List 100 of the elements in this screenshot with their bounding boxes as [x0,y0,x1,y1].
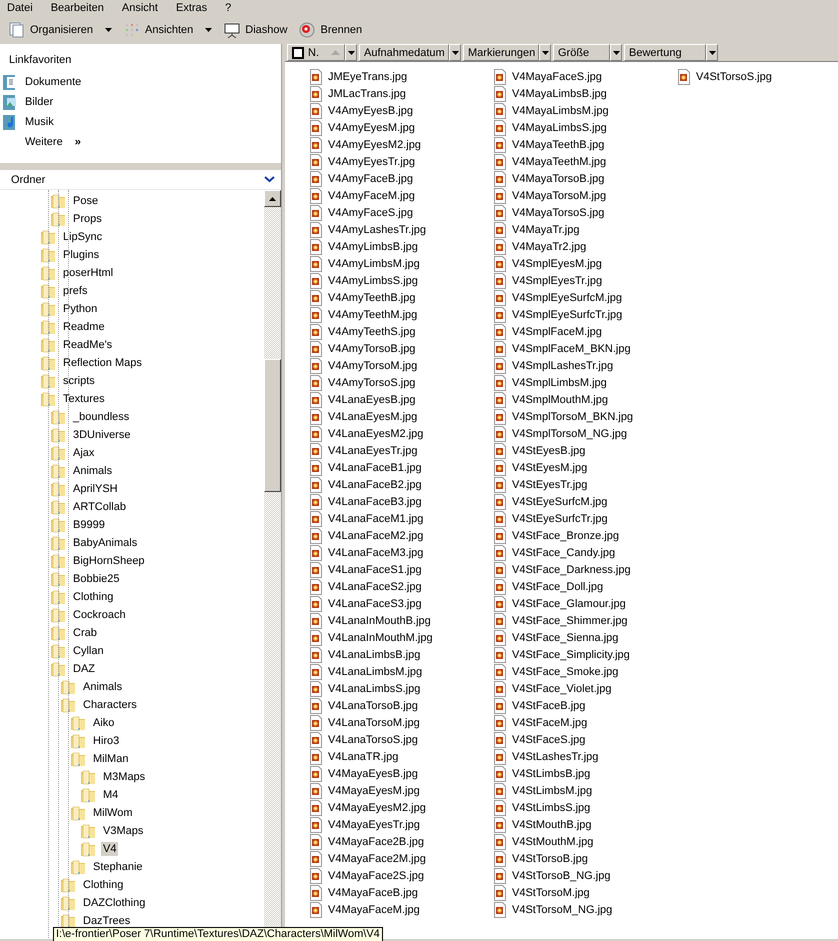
dropdown-button[interactable] [449,44,461,61]
dropdown-button[interactable] [345,44,357,61]
folder-item[interactable]: MilWom [91,806,135,820]
file-item[interactable]: V4SmplLashesTr.jpg [511,360,614,372]
file-item[interactable]: V4LanaInMouthM.jpg [327,632,434,644]
folder-item[interactable]: Cyllan [71,644,106,658]
file-item[interactable]: V4AmyFaceB.jpg [327,172,414,184]
file-item[interactable]: V4LanaTorsoB.jpg [327,700,419,712]
file-item[interactable]: V4AmyTeethB.jpg [327,292,416,304]
folder-item[interactable]: ReadMe's [61,338,114,352]
file-item[interactable]: V4MayaTorsoS.jpg [511,206,606,218]
file-item[interactable]: V4AmyTeethS.jpg [327,326,416,338]
file-item[interactable]: V4MayaFaceM.jpg [327,904,421,916]
folder-item[interactable]: M4 [101,788,120,802]
folder-item[interactable]: Bobbie25 [71,572,122,586]
file-item[interactable]: V4SmplFaceM.jpg [511,326,603,338]
file-item[interactable]: V4StFaceM.jpg [511,716,588,728]
file-item[interactable]: V4StFace_Darkness.jpg [511,564,632,576]
file-item[interactable]: V4StLimbsS.jpg [511,802,592,814]
file-item[interactable]: V4AmyTorsoM.jpg [327,360,418,372]
menu-item[interactable]: ? [220,2,236,14]
file-item[interactable]: V4LanaEyesTr.jpg [327,444,418,456]
file-item[interactable]: V4AmyEyesTr.jpg [327,156,416,168]
file-item[interactable]: V4LanaLimbsS.jpg [327,682,422,694]
file-item[interactable]: V4SmplMouthM.jpg [511,394,609,406]
folder-item[interactable]: Stephanie [91,860,145,874]
file-item[interactable]: V4StFaceB.jpg [511,700,586,712]
folder-item[interactable]: DAZ [71,662,97,676]
folder-item[interactable]: ARTCollab [71,500,128,514]
file-item[interactable]: V4MayaFace2S.jpg [327,870,425,882]
file-item[interactable]: V4SmplTorsoM_NG.jpg [511,428,628,440]
file-item[interactable]: V4MayaFaceB.jpg [327,886,419,898]
file-item[interactable]: V4MayaTr.jpg [511,224,580,236]
file-item[interactable]: V4LanaTR.jpg [327,750,400,762]
toolbar-button[interactable]: Organisieren [6,20,96,40]
folder-item[interactable]: Animals [71,464,114,478]
file-item[interactable]: V4MayaLimbsS.jpg [511,122,608,134]
file-item[interactable]: V4AmyTorsoB.jpg [327,342,416,354]
file-item[interactable]: V4AmyFaceM.jpg [327,190,416,202]
file-item[interactable]: V4StFace_Candy.jpg [511,546,616,558]
file-item[interactable]: V4SmplTorsoM_BKN.jpg [511,410,634,422]
column-header[interactable]: Aufnahmedatum [359,44,449,61]
folder-item[interactable]: Cockroach [71,608,128,622]
file-item[interactable]: V4LanaFaceS2.jpg [327,580,423,592]
file-item[interactable]: V4StLimbsB.jpg [511,768,592,780]
folder-item[interactable]: Reflection Maps [61,356,144,370]
toolbar-button[interactable]: Ansichten [120,20,196,40]
file-item[interactable]: V4StEyeSurfcTr.jpg [511,512,609,524]
file-item[interactable]: V4LanaFaceS3.jpg [327,598,423,610]
folder-item[interactable]: AprilYSH [71,482,120,496]
dropdown-button[interactable] [610,44,622,61]
more-link[interactable]: Weitere [0,132,63,152]
folder-item[interactable]: LipSync [61,230,104,244]
folder-item[interactable]: DAZClothing [81,896,148,910]
file-item[interactable]: V4StEyesTr.jpg [511,478,588,490]
file-item[interactable]: JMLacTrans.jpg [327,88,407,100]
file-item[interactable]: V4LanaFaceB2.jpg [327,478,423,490]
toolbar-button[interactable]: Diashow [221,20,290,40]
file-item[interactable]: V4StLimbsM.jpg [511,784,594,796]
file-item[interactable]: V4StMouthM.jpg [511,836,594,848]
file-item[interactable]: V4StFace_Doll.jpg [511,580,604,592]
file-item[interactable]: V4MayaTeethB.jpg [511,138,606,150]
file-item[interactable]: V4StTorsoB_NG.jpg [511,870,612,882]
file-item[interactable]: V4MayaLimbsB.jpg [511,88,608,100]
folder-item[interactable]: poserHtml [61,266,116,280]
menu-item[interactable]: Extras [170,2,212,14]
file-item[interactable]: V4SmplEyeSurfcM.jpg [511,292,624,304]
folder-item[interactable]: Aiko [91,716,116,730]
file-item[interactable]: V4LanaFaceM3.jpg [327,546,424,558]
folder-item[interactable]: V3Maps [101,824,146,838]
folder-item[interactable]: Crab [71,626,99,640]
file-item[interactable]: V4LanaFaceB3.jpg [327,496,423,508]
file-item[interactable]: V4StEyeSurfcM.jpg [511,496,608,508]
column-header[interactable]: Bewertung [624,44,706,61]
folder-item[interactable]: Pose [71,194,100,208]
file-item[interactable]: V4LanaTorsoS.jpg [327,734,419,746]
file-item[interactable]: V4AmyLimbsM.jpg [327,258,421,270]
folder-item[interactable]: M3Maps [101,770,148,784]
folder-item[interactable]: B9999 [71,518,107,532]
favorite-link[interactable]: Dokumente [0,72,281,92]
file-item[interactable]: V4MayaLimbsM.jpg [511,104,610,116]
file-item[interactable]: V4SmplFaceM_BKN.jpg [511,342,632,354]
file-item[interactable]: V4LanaInMouthB.jpg [327,614,432,626]
file-item[interactable]: V4LanaFaceM2.jpg [327,530,424,542]
file-item[interactable]: V4LanaLimbsB.jpg [327,648,422,660]
file-item[interactable]: V4StFace_Simplicity.jpg [511,648,631,660]
file-item[interactable]: V4StTorsoS.jpg [695,70,773,82]
folder-item[interactable]: V4 [101,842,118,856]
file-item[interactable]: V4MayaFace2M.jpg [327,852,427,864]
dropdown-button[interactable] [539,44,551,61]
folder-item[interactable]: Ajax [71,446,96,460]
file-item[interactable]: V4MayaTorsoB.jpg [511,172,606,184]
select-all-checkbox[interactable] [292,46,304,58]
file-item[interactable]: V4MayaEyesM.jpg [327,784,421,796]
file-item[interactable]: V4StTorsoM_NG.jpg [511,904,614,916]
file-item[interactable]: V4AmyTeethM.jpg [327,308,418,320]
folder-item[interactable]: Plugins [61,248,102,262]
column-header[interactable]: N. [287,44,345,61]
file-item[interactable]: V4MayaTorsoM.jpg [511,190,608,202]
scroll-thumb[interactable] [264,359,281,492]
